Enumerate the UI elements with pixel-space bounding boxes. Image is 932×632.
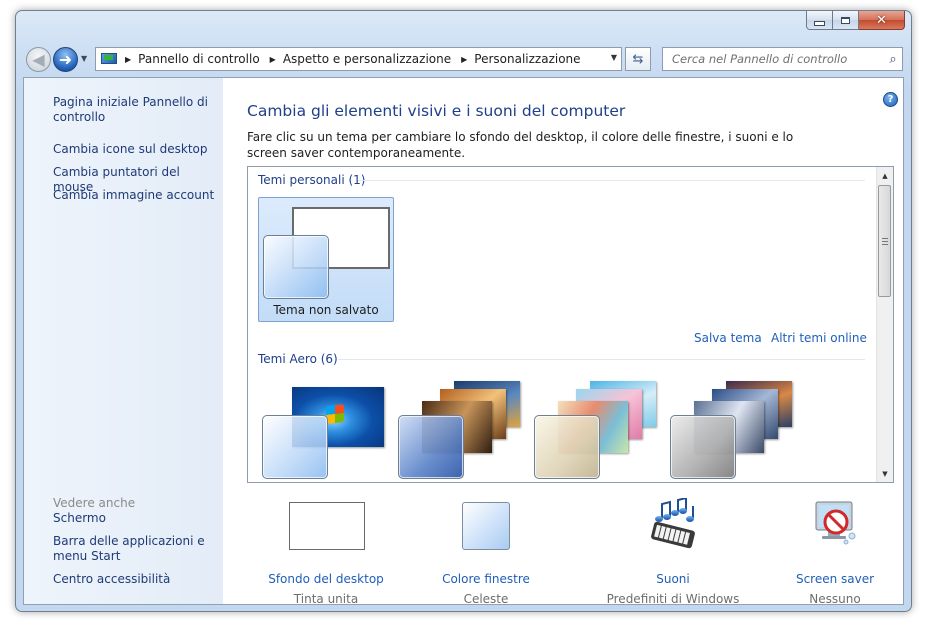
address-bar[interactable]: ▶ Pannello di controllo ▶ Aspetto e pers… [95,47,622,71]
control-panel-icon [101,52,117,66]
unsaved-theme-label: Tema non salvato [273,303,379,317]
arrow-right-icon: ➜ [58,49,73,69]
screen-saver-item[interactable]: Screen saver Nessuno [760,496,903,605]
desktop-background-value: Tinta unita [293,592,359,605]
page-title: Cambia gli elementi visivi e i suoni del… [247,102,626,120]
scroll-thumb[interactable] [878,185,891,297]
window-color-link[interactable]: Colore finestre [411,572,561,586]
breadcrumb-personalization[interactable]: Personalizzazione [474,52,580,66]
desktop-background-item[interactable]: Sfondo del desktop Tinta unita [251,496,401,605]
section-divider [338,359,865,360]
theme-window-color-preview [263,235,329,299]
sounds-link[interactable]: Suoni [598,572,748,586]
forward-button[interactable]: ➜ [53,47,78,72]
breadcrumb-control-panel[interactable]: Pannello di controllo [138,52,260,66]
sidebar: Pagina iniziale Pannello di controllo Ca… [24,78,223,604]
breadcrumb-appearance[interactable]: Aspetto e personalizzazione [283,52,451,66]
sidebar-link-display[interactable]: Schermo [53,511,106,526]
window-color-preview [398,415,464,479]
sounds-value: Predefiniti di Windows [606,592,740,605]
window-color-swatch [462,502,510,550]
my-themes-header: Temi personali (1) [258,173,366,187]
aero-theme-characters[interactable] [534,377,662,479]
back-button[interactable]: ◀ [26,47,51,72]
desktop-background-link[interactable]: Sfondo del desktop [251,572,401,586]
see-also-heading: Vedere anche [53,496,136,510]
section-divider [358,180,865,181]
window-color-preview [534,415,600,479]
screen-saver-icon [815,501,856,545]
help-icon[interactable]: ? [883,92,898,107]
caption-buttons: ✕ [806,11,905,30]
window-color-preview [262,415,328,479]
window-color-item[interactable]: Colore finestre Celeste [411,496,561,605]
aero-theme-architecture[interactable] [398,377,526,479]
unsaved-theme-tile[interactable]: Tema non salvato [258,197,394,322]
sidebar-link-ease-of-access[interactable]: Centro accessibilità [53,572,170,587]
arrow-left-icon: ◀ [32,49,45,69]
sidebar-link-control-panel-home[interactable]: Pagina iniziale Pannello di controllo [53,95,213,125]
scroll-down-icon[interactable]: ▼ [877,465,893,482]
refresh-icon: ⇆ [632,51,644,67]
themes-scrollbar[interactable]: ▲ ▼ [876,167,893,482]
window-color-value: Celeste [463,592,509,605]
sidebar-link-account-picture[interactable]: Cambia immagine account [53,188,214,203]
windows-logo-icon [326,404,344,424]
navigation-bar: ◀ ➜ ▼ ▶ Pannello di controllo ▶ Aspetto … [24,46,903,74]
grip-icon [881,237,888,245]
more-themes-online-link[interactable]: Altri temi online [771,331,867,345]
control-panel-window: ✕ ◀ ➜ ▼ ▶ Pannello di controllo ▶ Aspett… [15,10,912,612]
screen-saver-value: Nessuno [809,592,861,605]
sidebar-link-taskbar[interactable]: Barra delle applicazioni e menu Start [53,534,223,564]
search-input[interactable] [670,51,884,67]
aero-themes-header: Temi Aero (6) [258,352,338,366]
recent-pages-dropdown[interactable]: ▼ [81,54,87,63]
breadcrumb-separator[interactable]: ▶ [125,55,131,64]
save-theme-link[interactable]: Salva tema [694,331,762,345]
maximize-button[interactable] [833,11,859,30]
sounds-item[interactable]: Suoni Predefiniti di Windows [598,496,748,605]
themes-list[interactable]: Temi personali (1) Tema non salvato Salv… [247,166,894,483]
close-button[interactable]: ✕ [859,11,905,30]
screen-saver-link[interactable]: Screen saver [760,572,903,586]
maximize-icon [841,16,850,24]
refresh-button[interactable]: ⇆ [625,47,651,71]
desktop-background-preview [289,502,365,550]
sidebar-link-desktop-icons[interactable]: Cambia icone sul desktop [53,142,208,157]
content-area: Pagina iniziale Pannello di controllo Ca… [23,77,904,605]
page-description: Fare clic su un tema per cambiare lo sfo… [247,130,794,160]
sounds-icon [651,498,695,549]
breadcrumb-separator[interactable]: ▶ [270,55,276,64]
close-icon: ✕ [876,12,887,28]
search-box[interactable]: ⌕ [662,47,903,71]
minimize-button[interactable] [806,11,833,30]
aero-theme-windows7[interactable] [262,377,390,479]
scroll-up-icon[interactable]: ▲ [877,167,893,184]
search-icon[interactable]: ⌕ [884,52,902,67]
minimize-icon [814,20,825,26]
address-dropdown-icon[interactable]: ▼ [611,53,617,62]
aero-theme-landscapes[interactable] [670,377,798,479]
window-color-preview [670,415,736,479]
main-panel: ? Cambia gli elementi visivi e i suoni d… [224,78,903,604]
breadcrumb-separator[interactable]: ▶ [461,55,467,64]
